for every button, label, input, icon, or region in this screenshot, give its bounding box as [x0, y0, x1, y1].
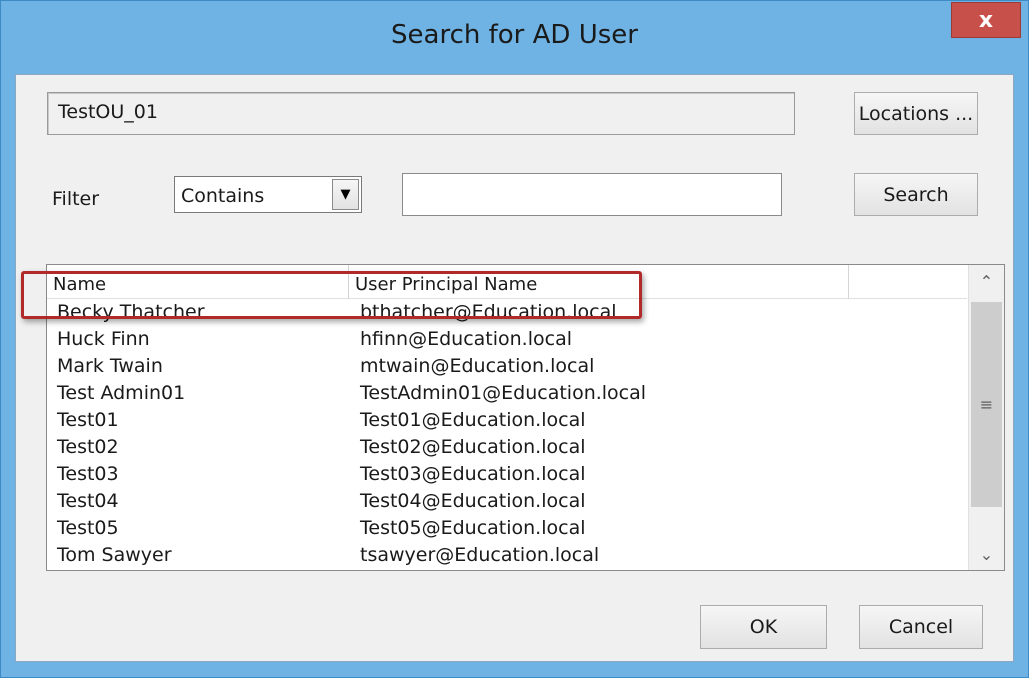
filter-mode-value: Contains	[181, 185, 265, 207]
cancel-button[interactable]: Cancel	[859, 605, 983, 649]
row-name: Tom Sawyer	[57, 544, 172, 566]
close-icon: x	[978, 7, 994, 33]
row-name: Test05	[57, 517, 119, 539]
row-name: Becky Thatcher	[57, 301, 205, 323]
row-upn: mtwain@Education.local	[360, 355, 595, 377]
row-upn: TestAdmin01@Education.local	[360, 382, 647, 404]
list-row[interactable]: Test01 Test01@Education.local	[47, 407, 967, 434]
row-name: Huck Finn	[57, 328, 150, 350]
row-upn: Test03@Education.local	[360, 463, 586, 485]
dialog-title: Search for AD User	[391, 20, 638, 50]
search-input[interactable]	[402, 173, 782, 216]
row-name: Test04	[57, 490, 119, 512]
list-row[interactable]: Mark Twain mtwain@Education.local	[47, 353, 967, 380]
list-rows: Becky Thatcher bthatcher@Education.local …	[47, 299, 967, 569]
row-name: Test03	[57, 463, 119, 485]
row-upn: hfinn@Education.local	[360, 328, 572, 350]
column-header-empty[interactable]	[849, 265, 967, 299]
row-upn: Test01@Education.local	[360, 409, 586, 431]
list-row[interactable]: Tom Sawyer tsawyer@Education.local	[47, 542, 967, 569]
row-upn: bthatcher@Education.local	[360, 301, 617, 323]
dialog-client-area: TestOU_01 Locations ... Filter Contains …	[15, 74, 1014, 662]
user-list[interactable]: Name User Principal Name Becky Thatcher b…	[46, 264, 1005, 571]
close-button[interactable]: x	[951, 2, 1021, 38]
chevron-down-icon[interactable]: ⌄	[969, 538, 1004, 570]
row-upn: Test02@Education.local	[360, 436, 586, 458]
list-row[interactable]: Test04 Test04@Education.local	[47, 488, 967, 515]
list-row[interactable]: Test02 Test02@Education.local	[47, 434, 967, 461]
row-name: Test02	[57, 436, 119, 458]
search-button[interactable]: Search	[854, 173, 978, 216]
scrollbar-thumb[interactable]: ≡	[971, 302, 1002, 507]
ok-button[interactable]: OK	[700, 605, 827, 649]
location-field: TestOU_01	[47, 92, 795, 135]
row-name: Test Admin01	[57, 382, 186, 404]
list-header: Name User Principal Name	[47, 265, 967, 299]
list-row[interactable]: Test05 Test05@Education.local	[47, 515, 967, 542]
row-upn: tsawyer@Education.local	[360, 544, 600, 566]
list-row[interactable]: Becky Thatcher bthatcher@Education.local	[47, 299, 967, 326]
vertical-scrollbar[interactable]: ⌃ ≡ ⌄	[968, 265, 1004, 570]
row-upn: Test04@Education.local	[360, 490, 586, 512]
title-bar[interactable]: Search for AD User x	[1, 1, 1028, 74]
chevron-up-icon[interactable]: ⌃	[969, 265, 1004, 297]
column-header-upn[interactable]: User Principal Name	[349, 265, 849, 299]
locations-button[interactable]: Locations ...	[854, 92, 978, 135]
column-header-name[interactable]: Name	[47, 265, 349, 299]
list-row[interactable]: Huck Finn hfinn@Education.local	[47, 326, 967, 353]
row-name: Mark Twain	[57, 355, 163, 377]
list-row[interactable]: Test Admin01 TestAdmin01@Education.local	[47, 380, 967, 407]
filter-label: Filter	[52, 188, 100, 210]
filter-mode-select[interactable]: Contains ▼	[174, 176, 362, 213]
list-row[interactable]: Test03 Test03@Education.local	[47, 461, 967, 488]
row-upn: Test05@Education.local	[360, 517, 586, 539]
dropdown-arrow-icon[interactable]: ▼	[332, 179, 359, 210]
dialog-window: Search for AD User x TestOU_01 Locations…	[0, 0, 1029, 678]
row-name: Test01	[57, 409, 119, 431]
